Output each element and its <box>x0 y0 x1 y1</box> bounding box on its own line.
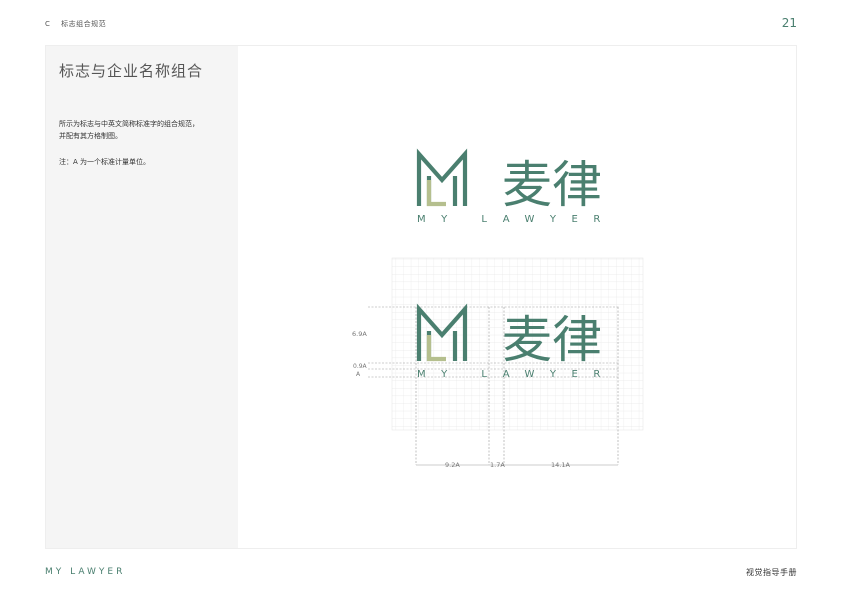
dim-gap-label: 0.9A <box>353 363 368 370</box>
brand-logo: 麦律 MY LAWYER <box>416 148 616 225</box>
footer-brand-my: MY <box>45 567 65 577</box>
grid-logo-english-name: MY LAWYER <box>417 369 616 380</box>
section-title: 标志组合规范 <box>61 20 107 28</box>
logo-chinese-name: 麦律 <box>502 156 602 214</box>
grid-logo: 麦律 MY LAWYER 6.9A 0.9A A 9.2A 1.7A 14.1A <box>352 257 644 469</box>
dim-spacing-label: 1.7A <box>490 461 505 469</box>
dim-mark-width-label: 9.2A <box>445 461 460 469</box>
footer-brand: MY LAWYER <box>45 567 125 577</box>
dim-unit-label: A <box>356 371 361 378</box>
footer-brand-lawyer: LAWYER <box>70 567 126 577</box>
grid-logo-chinese-name: 麦律 <box>502 311 602 369</box>
content-card: 标志与企业名称组合 所示为标志与中英文简称标准字的组合规范， 并配有其方格制图。… <box>45 45 797 549</box>
logo-artwork: 麦律 MY LAWYER 麦律 MY LAWYER 6.9A 0.9A A 9.… <box>352 148 644 469</box>
section-letter: C <box>45 20 51 28</box>
page-number: 21 <box>781 16 797 30</box>
section-header: C 标志组合规范 <box>45 19 106 29</box>
logo-english-name: MY LAWYER <box>417 214 616 225</box>
m-mark-icon <box>416 148 468 207</box>
dim-height-label: 6.9A <box>352 330 367 338</box>
manual-title: 视觉指导手册 <box>746 568 797 577</box>
dim-name-width-label: 14.1A <box>551 461 570 469</box>
